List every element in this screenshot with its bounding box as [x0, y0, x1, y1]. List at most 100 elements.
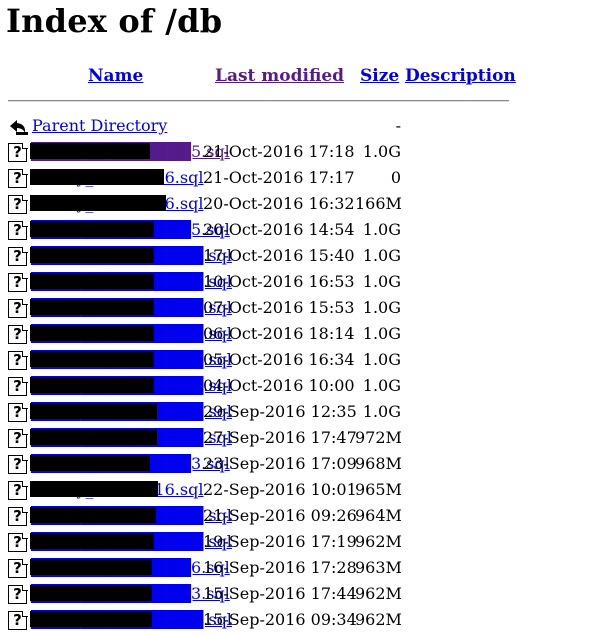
- unknown-file-icon: ?: [8, 584, 28, 604]
- redaction-bar: [30, 247, 154, 263]
- unknown-file-icon: ?: [8, 194, 28, 214]
- file-size: 963M: [355, 558, 402, 577]
- file-row: ?██████████████.sql04-Oct-2016 10:001.0G: [0, 373, 604, 399]
- unknown-file-icon: ?: [8, 558, 28, 578]
- sort-by-last-modified-link[interactable]: Last modified: [215, 66, 344, 86]
- redaction-bar: [30, 585, 152, 601]
- redaction-bar: [30, 533, 154, 549]
- redaction-bar: [30, 559, 152, 575]
- unknown-file-icon: ?: [8, 506, 28, 526]
- file-last-modified: 06-Oct-2016 18:14: [203, 324, 355, 343]
- unknown-file-icon: ?: [8, 428, 28, 448]
- file-size: 964M: [355, 506, 402, 525]
- file-last-modified: 21-Oct-2016 17:18: [203, 142, 355, 161]
- file-size: 1.0G: [362, 324, 401, 343]
- file-size: 1.0G: [362, 142, 401, 161]
- redaction-bar: [30, 481, 158, 497]
- parent-directory-link[interactable]: Parent Directory: [32, 116, 167, 135]
- file-size: 1.0G: [362, 246, 401, 265]
- redaction-bar: [30, 403, 157, 419]
- unknown-file-icon: ?: [8, 324, 28, 344]
- file-row: ?█████████████3.sql23-Sep-2016 17:09968M: [0, 451, 604, 477]
- sort-by-size-link[interactable]: Size: [360, 66, 399, 86]
- file-size: 965M: [355, 480, 402, 499]
- sort-by-description-link[interactable]: Description: [405, 66, 516, 86]
- file-row: ?██████████████.sql15-Sep-2016 09:34962M: [0, 607, 604, 633]
- file-size: 962M: [355, 532, 402, 551]
- file-row: ?██████████████.sql10-Oct-2016 16:531.0G: [0, 269, 604, 295]
- file-last-modified: 15-Sep-2016 09:34: [203, 610, 357, 629]
- file-row: ?library_10212016.sql21-Oct-2016 17:170: [0, 165, 604, 191]
- redaction-bar: [30, 221, 154, 237]
- unknown-file-icon: ?: [8, 168, 28, 188]
- file-last-modified: 21-Sep-2016 09:26: [203, 506, 357, 525]
- file-last-modified: 05-Oct-2016 16:34: [203, 350, 355, 369]
- redaction-bar: [30, 169, 164, 185]
- file-size: 972M: [355, 428, 402, 447]
- redaction-bar: [30, 299, 154, 315]
- file-last-modified: 20-Oct-2016 16:32: [203, 194, 355, 213]
- back-arrow-icon: [10, 120, 28, 135]
- file-row: ?library_10202016.sql20-Oct-2016 16:3216…: [0, 191, 604, 217]
- file-row: ?██████████████.sql17-Oct-2016 15:401.0G: [0, 243, 604, 269]
- file-size: 1.0G: [362, 350, 401, 369]
- redaction-bar: [30, 377, 154, 393]
- file-last-modified: 21-Oct-2016 17:17: [203, 168, 355, 187]
- redaction-bar: [30, 455, 150, 471]
- file-size: 0: [390, 168, 401, 187]
- file-row: ?██████████████.sql29-Sep-2016 12:351.0G: [0, 399, 604, 425]
- redaction-bar: [30, 195, 166, 211]
- unknown-file-icon: ?: [8, 454, 28, 474]
- parent-directory-size: -: [395, 116, 401, 135]
- file-row: ?█████████████5.sql21-Oct-2016 17:181.0G: [0, 139, 604, 165]
- redaction-bar: [30, 143, 150, 159]
- file-row: ?█████████████5.sql20-Oct-2016 14:541.0G: [0, 217, 604, 243]
- file-last-modified: 22-Sep-2016 10:01: [203, 480, 357, 499]
- unknown-file-icon: ?: [8, 480, 28, 500]
- file-last-modified: 19-Sep-2016 17:19: [203, 532, 357, 551]
- redaction-bar: [30, 507, 156, 523]
- file-size: 1.0G: [362, 402, 401, 421]
- redaction-bar: [30, 611, 152, 627]
- redaction-bar: [30, 429, 157, 445]
- file-last-modified: 16-Sep-2016 17:28: [203, 558, 357, 577]
- unknown-file-icon: ?: [8, 142, 28, 162]
- file-row: ?library_09212016.sql22-Sep-2016 10:0196…: [0, 477, 604, 503]
- file-size: 1.0G: [362, 272, 401, 291]
- unknown-file-icon: ?: [8, 376, 28, 396]
- file-last-modified: 20-Oct-2016 14:54: [203, 220, 355, 239]
- file-last-modified: 04-Oct-2016 10:00: [203, 376, 355, 395]
- file-row: ?██████████████.sql07-Oct-2016 15:531.0G: [0, 295, 604, 321]
- header-divider: [8, 100, 509, 102]
- file-size: 962M: [355, 610, 402, 629]
- file-row: ?██████████████.sql05-Oct-2016 16:341.0G: [0, 347, 604, 373]
- file-row: ?██████████████.sql27-Sep-2016 17:47972M: [0, 425, 604, 451]
- unknown-file-icon: ?: [8, 402, 28, 422]
- unknown-file-icon: ?: [8, 246, 28, 266]
- file-last-modified: 17-Oct-2016 15:40: [203, 246, 355, 265]
- file-row: ?██████████████.sql06-Oct-2016 18:141.0G: [0, 321, 604, 347]
- page-title: Index of /db: [6, 2, 223, 40]
- unknown-file-icon: ?: [8, 220, 28, 240]
- unknown-file-icon: ?: [8, 272, 28, 292]
- file-row: ?██████████████.sql21-Sep-2016 09:26964M: [0, 503, 604, 529]
- file-last-modified: 07-Oct-2016 15:53: [203, 298, 355, 317]
- file-size: 166M: [355, 194, 402, 213]
- file-last-modified: 27-Sep-2016 17:47: [203, 428, 357, 447]
- file-last-modified: 23-Sep-2016 17:09: [203, 454, 357, 473]
- file-last-modified: 29-Sep-2016 12:35: [203, 402, 357, 421]
- file-row: ?██████████████.sql19-Sep-2016 17:19962M: [0, 529, 604, 555]
- unknown-file-icon: ?: [8, 532, 28, 552]
- file-size: 968M: [355, 454, 402, 473]
- redaction-bar: [30, 273, 154, 289]
- file-size: 1.0G: [362, 220, 401, 239]
- redaction-bar: [30, 325, 154, 341]
- file-size: 1.0G: [362, 298, 401, 317]
- unknown-file-icon: ?: [8, 350, 28, 370]
- redaction-bar: [30, 351, 154, 367]
- sort-by-name-link[interactable]: Name: [88, 66, 143, 86]
- file-size: 1.0G: [362, 376, 401, 395]
- unknown-file-icon: ?: [8, 298, 28, 318]
- file-row: ?█████████████3.sql15-Sep-2016 17:44962M: [0, 581, 604, 607]
- file-size: 962M: [355, 584, 402, 603]
